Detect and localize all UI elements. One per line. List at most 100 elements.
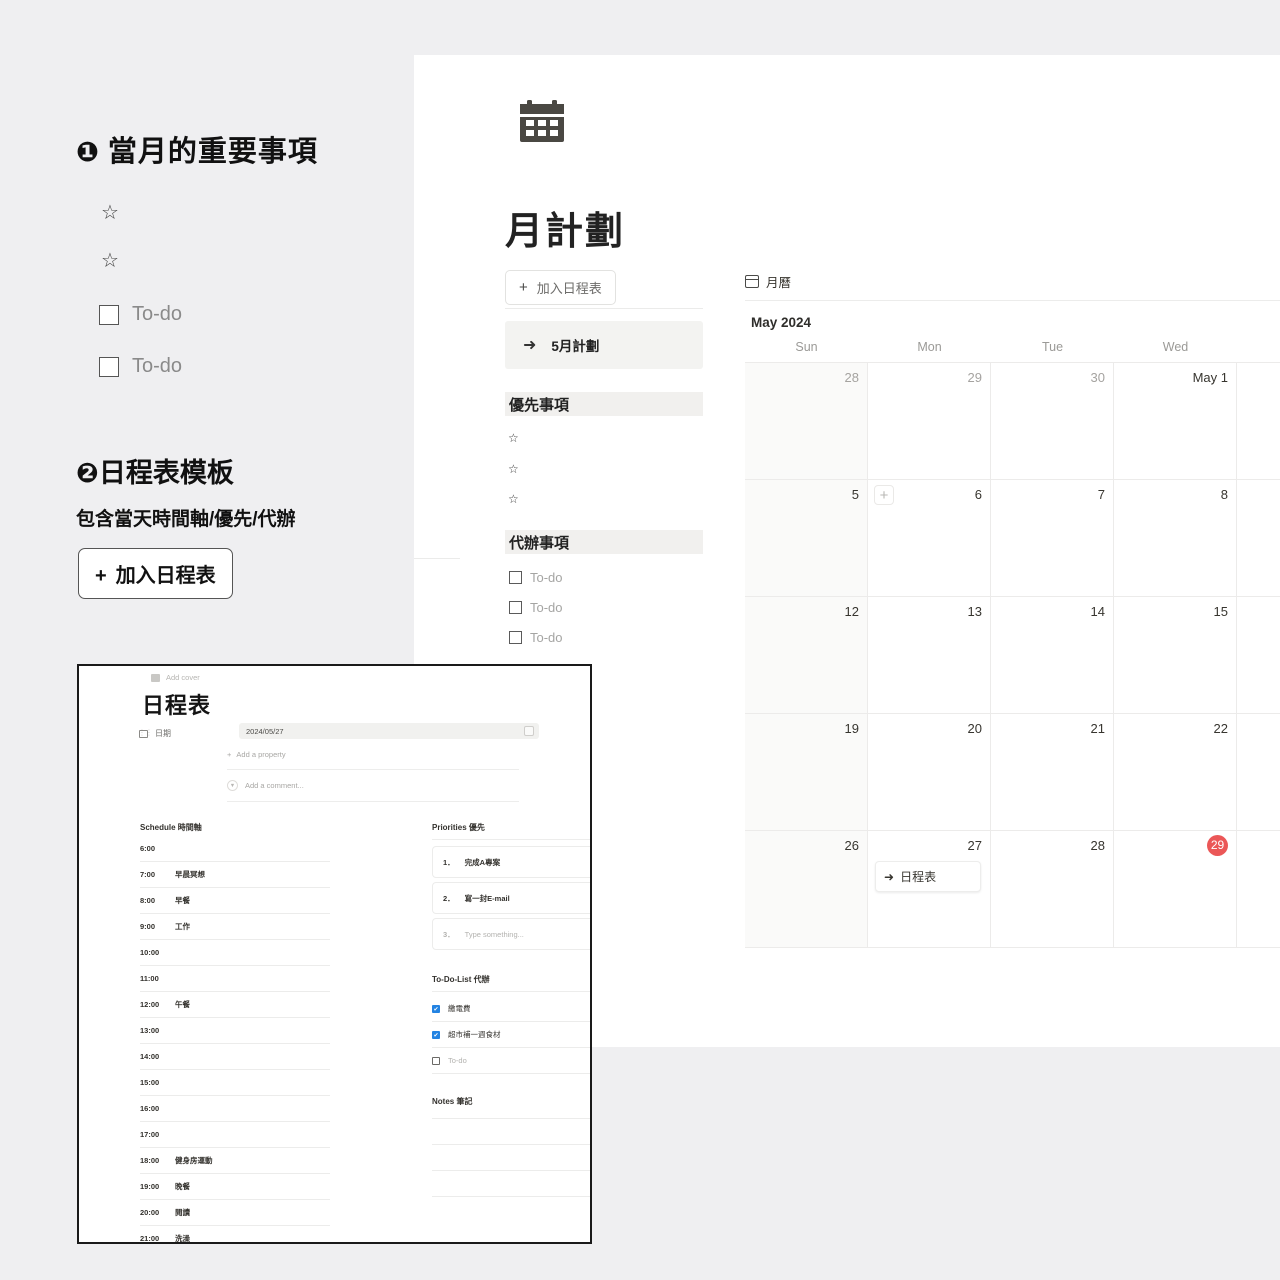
calendar-day-cell[interactable]: 20: [868, 714, 991, 830]
calendar-day-cell-clipped[interactable]: [1237, 597, 1280, 713]
schedule-time: 16:00: [140, 1104, 160, 1113]
checkbox-icon[interactable]: [509, 601, 522, 614]
calendar-day-cell[interactable]: 28: [991, 831, 1114, 947]
calendar-day-cell[interactable]: 13: [868, 597, 991, 713]
calendar-day-cell[interactable]: May 1: [1114, 363, 1237, 479]
schedule-row[interactable]: 14:00: [140, 1044, 330, 1070]
calendar-event-chip[interactable]: ➜ 日程表: [875, 861, 981, 892]
day-number: 28: [1090, 838, 1105, 853]
schedule-row[interactable]: 17:00: [140, 1122, 330, 1148]
day-number: 19: [844, 721, 859, 736]
add-cover-button[interactable]: Add cover: [151, 673, 200, 682]
schedule-row[interactable]: 7:00 早晨冥想: [140, 862, 330, 888]
calendar-day-cell[interactable]: 15: [1114, 597, 1237, 713]
copy-icon[interactable]: [524, 726, 534, 736]
tab-month-calendar[interactable]: 月曆: [745, 272, 1280, 300]
day-number: 14: [1090, 604, 1105, 619]
todo-item[interactable]: To-do: [509, 600, 563, 615]
schedule-row[interactable]: 20:00 閱讀: [140, 1200, 330, 1226]
divider: [227, 801, 519, 802]
plus-icon: +: [227, 750, 232, 759]
calendar-day-cell[interactable]: 30: [991, 363, 1114, 479]
schedule-row[interactable]: 15:00: [140, 1070, 330, 1096]
calendar-day-cell-clipped[interactable]: [1237, 831, 1280, 947]
checkbox-icon[interactable]: ✔: [432, 1030, 440, 1039]
add-property-button[interactable]: + Add a property: [227, 750, 286, 759]
calendar-day-cell-clipped[interactable]: [1237, 480, 1280, 596]
notes-line[interactable]: [432, 1144, 590, 1145]
promo-todo-label: To-do: [132, 355, 183, 377]
calendar-day-cell[interactable]: 7: [991, 480, 1114, 596]
calendar-day-cell[interactable]: 14: [991, 597, 1114, 713]
day-number: 27: [967, 838, 982, 853]
checkbox-icon[interactable]: [99, 356, 119, 377]
calendar-day-cell[interactable]: 19: [745, 714, 868, 830]
notes-line[interactable]: [432, 1170, 590, 1171]
today-badge: 29: [1207, 835, 1228, 856]
calendar-day-cell[interactable]: 29: [868, 363, 991, 479]
todolist-row[interactable]: ✔ 超市補一週食材: [432, 1022, 590, 1048]
priority-text: 寫一封E-mail: [464, 893, 510, 903]
notes-line[interactable]: [432, 1118, 590, 1119]
calendar-day-cell[interactable]: 26: [745, 831, 868, 947]
priority-index: 2．: [443, 893, 455, 903]
schedule-row[interactable]: 19:00 晚餐: [140, 1174, 330, 1200]
schedule-time: 6:00: [140, 844, 156, 853]
schedule-row[interactable]: 13:00: [140, 1018, 330, 1044]
day-number: 8: [1220, 487, 1228, 502]
date-value-field[interactable]: 2024/05/27: [239, 723, 539, 739]
calendar-day-cell[interactable]: 12: [745, 597, 868, 713]
priority-row[interactable]: 2． 寫一封E-mail: [432, 882, 590, 914]
link-card-may-plan[interactable]: ➜ 5月計劃: [505, 321, 703, 369]
calendar-day-cell-clipped[interactable]: [1237, 714, 1280, 830]
calendar-day-cell[interactable]: 5: [745, 480, 868, 596]
property-row-date[interactable]: 日期: [139, 728, 171, 739]
calendar-day-cell[interactable]: 22: [1114, 714, 1237, 830]
calendar-day-cell[interactable]: 21: [991, 714, 1114, 830]
day-number: 26: [844, 838, 859, 853]
schedule-row[interactable]: 18:00 健身房運動: [140, 1148, 330, 1174]
promo-add-schedule-button[interactable]: + 加入日程表: [78, 548, 233, 599]
add-schedule-button[interactable]: + 加入日程表: [505, 270, 616, 305]
schedule-row[interactable]: 10:00: [140, 940, 330, 966]
calendar-week-row: 5 6 + 7 8: [745, 480, 1280, 597]
schedule-row[interactable]: 9:00 工作: [140, 914, 330, 940]
schedule-heading: Schedule 時間軸: [140, 823, 202, 832]
todo-item[interactable]: To-do: [509, 630, 563, 645]
todolist-row[interactable]: To-do: [432, 1048, 590, 1074]
promo-todo-label: To-do: [132, 303, 183, 325]
checkbox-icon[interactable]: [432, 1056, 440, 1065]
schedule-row[interactable]: 21:00 洗澡: [140, 1226, 330, 1242]
priority-star-icon: ☆: [508, 462, 519, 476]
schedule-time: 7:00: [140, 870, 156, 879]
priority-row[interactable]: 3． Type something...: [432, 918, 590, 950]
schedule-row[interactable]: 6:00: [140, 836, 330, 862]
schedule-row[interactable]: 11:00: [140, 966, 330, 992]
calendar-day-cell[interactable]: 27 ➜ 日程表: [868, 831, 991, 947]
calendar-day-cell[interactable]: 8: [1114, 480, 1237, 596]
checkbox-icon[interactable]: [509, 571, 522, 584]
checkbox-icon[interactable]: [99, 304, 119, 325]
calendar-day-cell[interactable]: 28: [745, 363, 868, 479]
calendar-day-cell[interactable]: 6 +: [868, 480, 991, 596]
promo-todo-item[interactable]: To-do: [99, 303, 182, 326]
calendar-event-label: 日程表: [900, 870, 937, 884]
notes-line[interactable]: [432, 1196, 590, 1197]
priority-index: 1．: [443, 857, 455, 867]
checkbox-icon[interactable]: ✔: [432, 1004, 440, 1013]
promo-section1-title: ❶ 當月的重要事項: [76, 136, 318, 168]
schedule-row[interactable]: 16:00: [140, 1096, 330, 1122]
schedule-row[interactable]: 12:00 午餐: [140, 992, 330, 1018]
priority-row[interactable]: 1． 完成A專案: [432, 846, 590, 878]
todo-section-heading: 代辦事項: [505, 530, 703, 554]
todo-item[interactable]: To-do: [509, 570, 563, 585]
promo-todo-item[interactable]: To-do: [99, 355, 182, 378]
calendar-day-cell-clipped[interactable]: [1237, 363, 1280, 479]
divider: [432, 839, 590, 840]
calendar-day-cell[interactable]: 29: [1114, 831, 1237, 947]
add-event-plus-icon[interactable]: +: [874, 485, 894, 505]
checkbox-icon[interactable]: [509, 631, 522, 644]
todolist-row[interactable]: ✔ 繳電費: [432, 996, 590, 1022]
add-comment-field[interactable]: ▼ Add a comment...: [227, 780, 304, 791]
schedule-row[interactable]: 8:00 早餐: [140, 888, 330, 914]
